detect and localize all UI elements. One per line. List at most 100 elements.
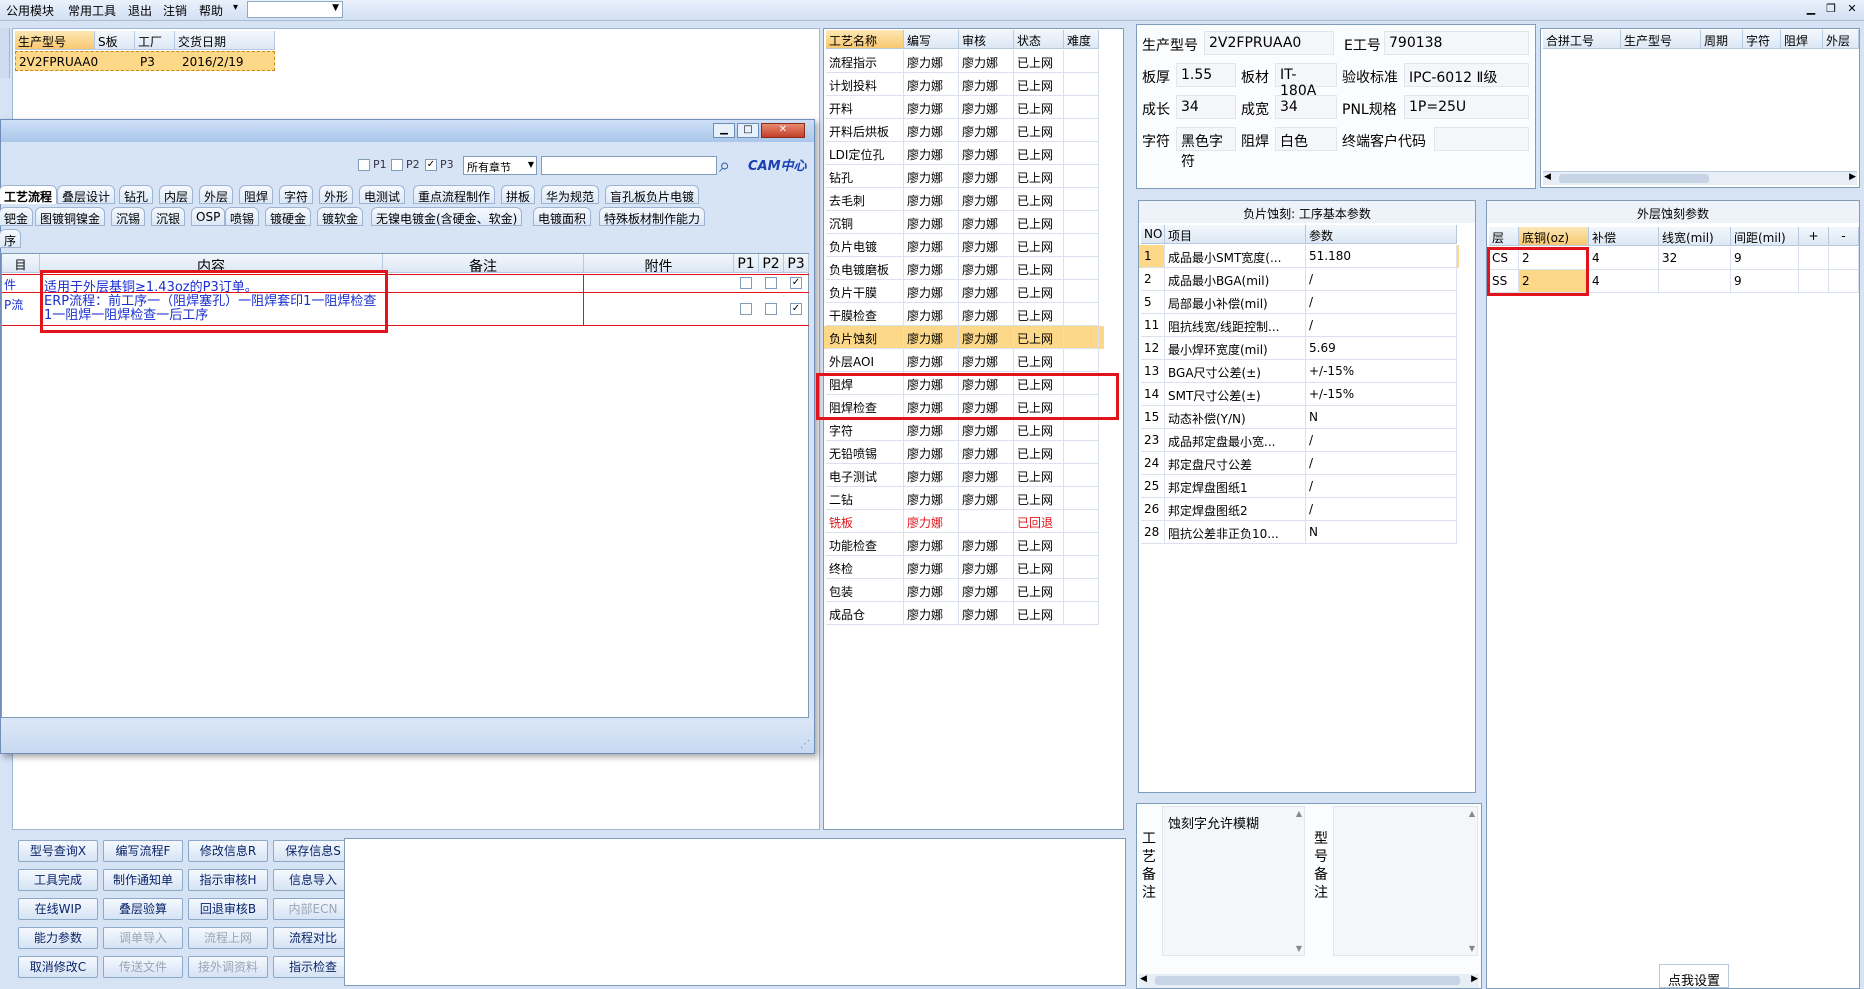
table-row[interactable]: 功能检查 廖力娜 廖力娜 已上网 [824, 533, 1104, 556]
col-header-attachment[interactable]: 附件 [584, 254, 734, 273]
col-header-reviewer[interactable]: 审核 [959, 30, 1014, 49]
btn-flow-compare[interactable]: 流程对比 [273, 927, 353, 949]
tab-outer-layer[interactable]: 外层 [199, 185, 234, 204]
btn-guide-review[interactable]: 指示审核H [188, 869, 268, 891]
btn-modify-info[interactable]: 修改信息R [188, 840, 268, 862]
col-header-plus[interactable]: + [1799, 227, 1829, 246]
table-row[interactable]: SS 2 4 9 [1487, 270, 1859, 293]
table-row[interactable]: CS 2 4 32 9 [1487, 247, 1859, 270]
scrollbar-thumb[interactable] [1155, 976, 1460, 985]
table-row[interactable]: 24 邦定盘尺寸公差 / [1139, 452, 1459, 475]
table-row[interactable]: 计划投料 廖力娜 廖力娜 已上网 [824, 73, 1104, 96]
btn-flow-online[interactable]: 流程上网 [188, 927, 268, 949]
standard-field[interactable]: IPC-6012 Ⅱ级 [1404, 63, 1529, 87]
btn-rollback-review[interactable]: 回退审核B [188, 898, 268, 920]
row-p2-checkbox[interactable] [765, 277, 777, 289]
tab-silkscreen[interactable]: 字符 [279, 185, 314, 204]
table-row[interactable]: 2V2FPRUAA0 P3 2016/2/19 [15, 51, 275, 71]
table-row[interactable]: 包装 廖力娜 廖力娜 已上网 [824, 579, 1104, 602]
tab-pattern-plating[interactable]: 图镀铜镍金 [35, 207, 106, 226]
tab-stackup[interactable]: 叠层设计 [57, 185, 116, 204]
table-row[interactable]: 开料 廖力娜 廖力娜 已上网 [824, 96, 1104, 119]
col-header-combine-outer[interactable]: 外层 [1823, 30, 1859, 49]
col-header-writer[interactable]: 编写 [904, 30, 959, 49]
table-row[interactable]: 12 最小焊环宽度(mil) 5.69 [1139, 337, 1459, 360]
tab-huawei-spec[interactable]: 华为规范 [541, 185, 600, 204]
p1-checkbox[interactable] [358, 159, 370, 171]
btn-write-flow[interactable]: 编写流程F [103, 840, 183, 862]
table-row[interactable]: 钻孔 廖力娜 廖力娜 已上网 [824, 165, 1104, 188]
col-header-combine-char[interactable]: 字符 [1743, 30, 1781, 49]
table-row[interactable]: 14 SMT尺寸公差(±) +/-15% [1139, 383, 1459, 406]
menu-item-help[interactable]: 帮助 [197, 2, 225, 19]
table-row[interactable]: 2 成品最小BGA(mil) / [1139, 268, 1459, 291]
col-header-status[interactable]: 状态 [1014, 30, 1064, 49]
close-icon[interactable]: ✕ [1845, 2, 1859, 15]
table-row[interactable]: 无铅喷锡 廖力娜 廖力娜 已上网 [824, 441, 1104, 464]
row-p3-checkbox[interactable]: ✓ [790, 303, 802, 315]
col-header-minus[interactable]: - [1829, 227, 1859, 246]
col-header-item[interactable]: 目 [2, 254, 40, 273]
search-icon[interactable]: ⌕ [719, 153, 730, 177]
menu-item-common-tools[interactable]: 常用工具 [66, 2, 118, 19]
table-row[interactable]: 5 局部最小补偿(mil) / [1139, 291, 1459, 314]
col-header-factory[interactable]: 工厂 [135, 31, 175, 50]
scrollbar-thumb[interactable] [1559, 174, 1709, 183]
restore-icon[interactable]: ❐ [1824, 2, 1838, 15]
col-header-model[interactable]: 生产型号 [15, 31, 95, 50]
col-header-base-copper[interactable]: 底铜(oz) [1519, 227, 1589, 246]
menu-combo[interactable]: ▼ [247, 1, 343, 18]
table-row[interactable]: 二钻 廖力娜 廖力娜 已上网 [824, 487, 1104, 510]
table-row[interactable]: 干膜检查 廖力娜 廖力娜 已上网 [824, 303, 1104, 326]
pnl-field[interactable]: 1P=25U [1404, 95, 1529, 119]
row-p1-checkbox[interactable] [740, 303, 752, 315]
table-row[interactable]: 13 BGA尺寸公差(±) +/-15% [1139, 360, 1459, 383]
col-header-combine-mask[interactable]: 阻焊 [1781, 30, 1823, 49]
char-field[interactable]: 黑色字符 [1176, 127, 1236, 170]
table-row[interactable]: 成品仓 廖力娜 廖力娜 已上网 [824, 602, 1104, 625]
tab-immersion-silver[interactable]: 沉银 [151, 207, 186, 226]
dialog-minimize-icon[interactable]: ▁ [713, 123, 735, 138]
table-row[interactable]: 1 成品最小SMT宽度(... 51.180 [1139, 245, 1459, 268]
table-row[interactable]: 负片电镀 廖力娜 廖力娜 已上网 [824, 234, 1104, 257]
menu-item-exit[interactable]: 退出 [126, 2, 154, 19]
tab-inner-layer[interactable]: 内层 [159, 185, 194, 204]
btn-guide-check[interactable]: 指示检查 [273, 956, 353, 978]
table-row[interactable]: 11 阻抗线宽/线距控制... / [1139, 314, 1459, 337]
table-row[interactable]: 负片干膜 廖力娜 廖力娜 已上网 [824, 280, 1104, 303]
scroll-left-icon[interactable]: ◀ [1140, 974, 1147, 984]
width-field[interactable]: 34 [1275, 95, 1337, 119]
tab-immersion-tin[interactable]: 沉锡 [111, 207, 146, 226]
table-row[interactable]: 沉铜 廖力娜 廖力娜 已上网 [824, 211, 1104, 234]
btn-stackup-check[interactable]: 叠层验算 [103, 898, 183, 920]
tab-special-material[interactable]: 特殊板材制作能力 [599, 207, 706, 226]
scroll-right-icon[interactable]: ▶ [1471, 974, 1478, 984]
horizontal-scrollbar[interactable]: ◀ ▶ [1543, 171, 1857, 185]
table-row[interactable]: 阻焊 廖力娜 廖力娜 已上网 [824, 372, 1104, 395]
btn-make-notice[interactable]: 制作通知单 [103, 869, 183, 891]
menu-item-logout[interactable]: 注销 [161, 2, 189, 19]
table-row[interactable]: 26 邦定焊盘图纸2/ [1139, 498, 1459, 521]
tab-plating-area[interactable]: 电镀面积 [533, 207, 592, 226]
process-remark-field[interactable]: 蚀刻字允许模糊 ▲ ▼ [1162, 806, 1305, 956]
col-header-compensation[interactable]: 补偿 [1589, 227, 1659, 246]
btn-internal-ecn[interactable]: 内部ECN [273, 898, 353, 920]
table-row[interactable]: 开料后烘板 廖力娜 廖力娜 已上网 [824, 119, 1104, 142]
tab-palladium-gold[interactable]: 钯金 [0, 207, 34, 226]
btn-receive-external[interactable]: 接外调资料 [188, 956, 268, 978]
eno-field[interactable]: 790138 [1384, 31, 1529, 55]
chapter-select[interactable]: 所有章节 ▼ [463, 156, 537, 175]
table-row[interactable]: 电子测试 廖力娜 廖力娜 已上网 [824, 464, 1104, 487]
dialog-maximize-icon[interactable]: □ [737, 123, 759, 138]
col-header-p1[interactable]: P1 [734, 254, 759, 273]
scroll-up-icon[interactable]: ▲ [1296, 809, 1302, 818]
tab-osp[interactable]: OSP [191, 207, 226, 226]
btn-capability-params[interactable]: 能力参数 [18, 927, 98, 949]
tab-panelization[interactable]: 拼板 [501, 185, 536, 204]
menu-item-public-modules[interactable]: 公用模块 [4, 2, 56, 19]
scroll-left-icon[interactable]: ◀ [1544, 172, 1551, 182]
scroll-right-icon[interactable]: ▶ [1849, 172, 1856, 182]
scroll-down-icon[interactable]: ▼ [1469, 944, 1475, 953]
tab-hasl[interactable]: 喷锡 [225, 207, 260, 226]
row-p2-checkbox[interactable] [765, 303, 777, 315]
